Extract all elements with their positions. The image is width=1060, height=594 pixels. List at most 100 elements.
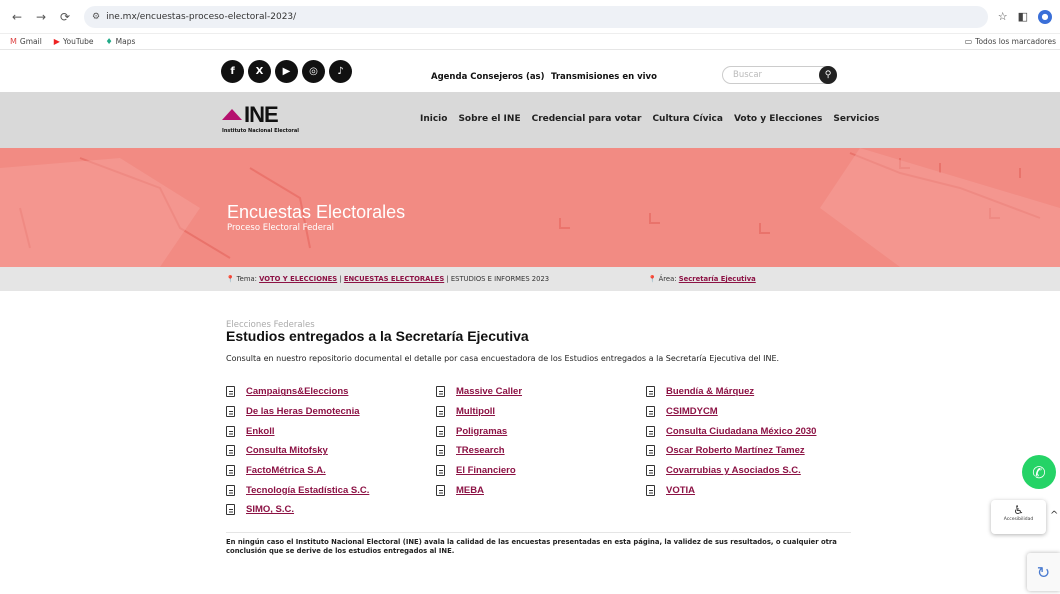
pollster-link[interactable]: Multipoll	[456, 406, 495, 417]
facebook-icon[interactable]: f	[221, 60, 244, 83]
pollster-link[interactable]: Covarrubias y Asociados S.C.	[666, 465, 801, 476]
list-item: Tecnología Estadística S.C.	[226, 480, 369, 500]
pollster-link[interactable]: Enkoll	[246, 426, 275, 437]
breadcrumb-area: 📍 Área: Secretaría Ejecutiva	[648, 275, 756, 283]
crumb-encuestas[interactable]: ENCUESTAS ELECTORALES	[344, 275, 444, 283]
document-icon	[436, 425, 445, 437]
area-link[interactable]: Secretaría Ejecutiva	[679, 275, 756, 283]
list-item: TResearch	[436, 441, 522, 461]
breadcrumb-tema: 📍 Tema: VOTO Y ELECCIONES | ENCUESTAS EL…	[226, 275, 550, 283]
page-title: Estudios entregados a la Secretaría Ejec…	[226, 328, 529, 344]
accessibility-label: Accesibilidad	[1003, 517, 1034, 522]
sidepanel-icon[interactable]: ◧	[1018, 10, 1028, 23]
list-item: CSIMDYCM	[646, 402, 816, 422]
list-item: De las Heras Demotecnia	[226, 402, 369, 422]
all-bookmarks[interactable]: ▭ Todos los marcadores	[965, 37, 1056, 46]
menu-voto-elecciones[interactable]: Voto y Elecciones	[734, 114, 822, 124]
menu-sobre-ine[interactable]: Sobre el INE	[458, 114, 520, 124]
youtube-icon[interactable]: ▶	[275, 60, 298, 83]
pollster-link[interactable]: VOTIA	[666, 485, 695, 496]
document-icon	[646, 425, 655, 437]
pollster-link[interactable]: El Financiero	[456, 465, 516, 476]
agenda-link[interactable]: Agenda Consejeros (as)	[431, 72, 545, 82]
whatsapp-icon[interactable]: ✆	[1022, 455, 1056, 489]
ine-logo[interactable]: INE Instituto Nacional Electoral	[222, 104, 299, 134]
accessibility-widget[interactable]: ♿ Accesibilidad	[991, 500, 1046, 534]
pollster-link[interactable]: FactoMétrica S.A.	[246, 465, 326, 476]
forward-icon[interactable]: →	[32, 8, 50, 26]
hero-banner: Encuestas Electorales Proceso Electoral …	[0, 148, 1060, 267]
browser-toolbar: ← → ⟳ ⚙ ine.mx/encuestas-proceso-elector…	[0, 0, 1060, 34]
transmisiones-link[interactable]: Transmisiones en vivo	[551, 72, 657, 82]
intro-text: Consulta en nuestro repositorio document…	[226, 354, 780, 363]
search-icon[interactable]: ⚲	[819, 66, 837, 84]
instagram-icon[interactable]: ◎	[302, 60, 325, 83]
bookmark-youtube[interactable]: ▶ YouTube	[54, 37, 94, 46]
pollster-column-2: Massive Caller Multipoll Poligramas TRes…	[436, 382, 522, 500]
ine-logo-mark	[222, 108, 242, 120]
recaptcha-icon[interactable]: ↻	[1027, 553, 1060, 591]
bookmark-star-icon[interactable]: ☆	[998, 10, 1008, 23]
crumb-current: ESTUDIOS E INFORMES 2023	[450, 275, 550, 283]
pollster-link[interactable]: TResearch	[456, 445, 505, 456]
pollster-link[interactable]: Campaigns&Eleccions	[246, 386, 348, 397]
area-label: Área:	[658, 275, 677, 283]
pollster-link[interactable]: MEBA	[456, 485, 484, 496]
profile-avatar[interactable]: ●	[1038, 9, 1052, 24]
pollster-link[interactable]: Consulta Mitofsky	[246, 445, 328, 456]
pollster-link[interactable]: Massive Caller	[456, 386, 522, 397]
bookmarks-bar: M Gmail ▶ YouTube ♦ Maps ▭ Todos los marcado…	[0, 34, 1060, 50]
menu-servicios[interactable]: Servicios	[833, 114, 879, 124]
breadcrumb: 📍 Tema: VOTO Y ELECCIONES | ENCUESTAS EL…	[0, 267, 1060, 291]
pollster-link[interactable]: Consulta Ciudadana México 2030	[666, 426, 816, 437]
disclaimer-text: En ningún caso el Instituto Nacional Ele…	[226, 538, 837, 555]
document-icon	[436, 484, 445, 496]
site-info-icon[interactable]: ⚙	[92, 12, 100, 22]
search-input[interactable]: Buscar	[723, 70, 819, 80]
bookmark-gmail[interactable]: M Gmail	[10, 37, 42, 46]
gmail-icon: M	[10, 37, 17, 46]
bookmark-maps[interactable]: ♦ Maps	[105, 37, 135, 46]
bookmark-label: Gmail	[19, 37, 42, 46]
youtube-icon: ▶	[53, 37, 60, 46]
pollster-link[interactable]: SIMO, S.C.	[246, 504, 294, 515]
pollster-link[interactable]: Poligramas	[456, 426, 507, 437]
search-box[interactable]: Buscar ⚲	[722, 66, 837, 84]
list-item: Multipoll	[436, 402, 522, 422]
tiktok-icon[interactable]: ♪	[329, 60, 352, 83]
hero-pattern	[0, 148, 1060, 267]
main-navbar: INE Instituto Nacional Electoral Inicio …	[0, 92, 1060, 148]
chevron-up-icon[interactable]: ^	[1050, 510, 1058, 521]
all-bookmarks-label: Todos los marcadores	[975, 37, 1056, 46]
ine-topbar: f X ▶ ◎ ♪ Agenda Consejeros (as) Transmi…	[0, 50, 1060, 92]
logo-subtitle: Instituto Nacional Electoral	[222, 128, 299, 134]
document-icon	[436, 386, 445, 398]
list-item: VOTIA	[646, 480, 816, 500]
pollster-link[interactable]: De las Heras Demotecnia	[246, 406, 360, 417]
back-icon[interactable]: ←	[8, 8, 26, 26]
main-menu: Inicio Sobre el INE Credencial para vota…	[420, 114, 879, 124]
x-icon[interactable]: X	[248, 60, 271, 83]
menu-credencial[interactable]: Credencial para votar	[532, 114, 642, 124]
document-icon	[226, 445, 235, 457]
document-icon	[226, 504, 235, 516]
bookmark-label: YouTube	[62, 37, 94, 46]
menu-cultura-civica[interactable]: Cultura Cívica	[652, 114, 723, 124]
list-item: Consulta Mitofsky	[226, 441, 369, 461]
document-icon	[646, 386, 655, 398]
address-bar[interactable]: ⚙ ine.mx/encuestas-proceso-electoral-202…	[84, 5, 988, 28]
pollster-link[interactable]: Buendía & Márquez	[666, 386, 754, 397]
document-icon	[226, 484, 235, 496]
list-item: Poligramas	[436, 421, 522, 441]
pollster-link[interactable]: Tecnología Estadística S.C.	[246, 485, 369, 496]
tema-label: Tema:	[236, 275, 257, 283]
pollster-link[interactable]: Oscar Roberto Martínez Tamez	[666, 445, 805, 456]
crumb-voto-elecciones[interactable]: VOTO Y ELECCIONES	[259, 275, 337, 283]
bookmark-label: Maps	[115, 37, 136, 46]
reload-icon[interactable]: ⟳	[56, 8, 74, 26]
pollster-link[interactable]: CSIMDYCM	[666, 406, 718, 417]
accessibility-icon: ♿	[1013, 503, 1024, 517]
document-icon	[436, 406, 445, 418]
list-item: Consulta Ciudadana México 2030	[646, 421, 816, 441]
menu-inicio[interactable]: Inicio	[420, 114, 447, 124]
